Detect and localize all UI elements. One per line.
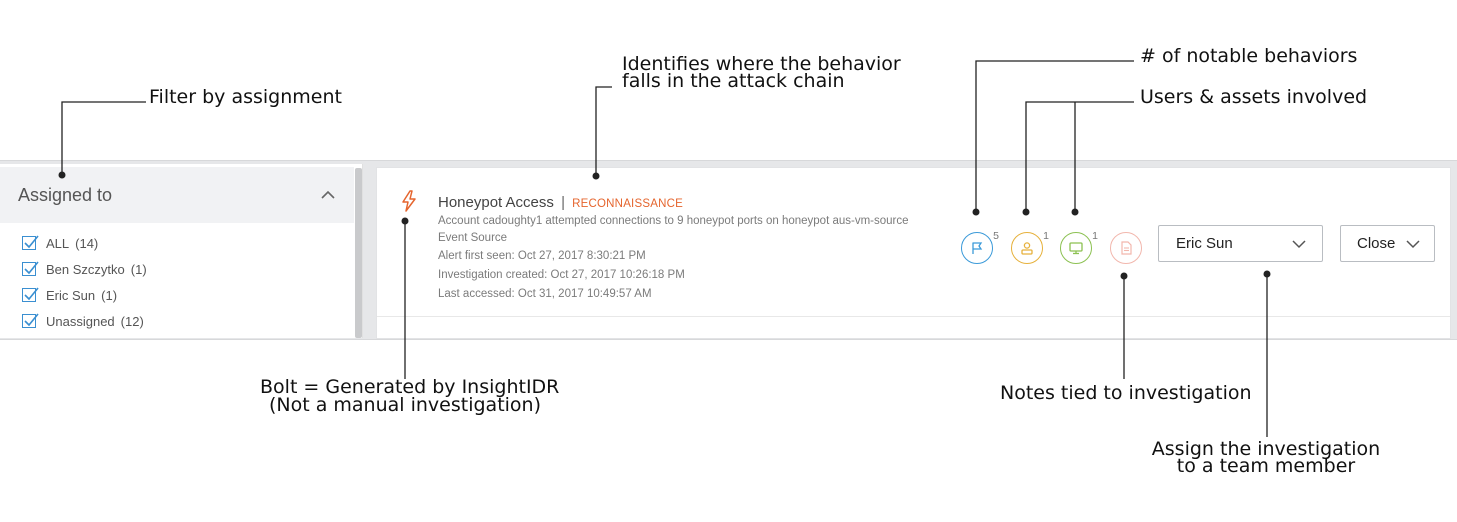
- checkbox-checked-icon[interactable]: [22, 287, 39, 302]
- checkbox-checked-icon[interactable]: [22, 235, 39, 250]
- checkbox-checked-icon[interactable]: [22, 261, 39, 276]
- investigation-created: Investigation created: Oct 27, 2017 10:2…: [438, 269, 685, 281]
- users-indicator[interactable]: 1: [1011, 230, 1049, 264]
- filter-item-eric-sun[interactable]: Eric Sun (1): [22, 286, 117, 304]
- close-status-dropdown[interactable]: Close: [1340, 225, 1435, 262]
- annotation-notes-tied: Notes tied to investigation: [1000, 382, 1252, 404]
- investigation-card[interactable]: Honeypot Access | RECONNAISSANCE Account…: [376, 167, 1451, 339]
- annotation-filter-by-assignment: Filter by assignment: [149, 86, 342, 108]
- filter-title: Assigned to: [18, 184, 113, 205]
- title-separator: |: [561, 194, 565, 211]
- filter-item-label: Unassigned: [46, 313, 115, 329]
- investigation-source: Event Source: [438, 232, 508, 244]
- bolt-icon: [402, 190, 416, 212]
- document-icon: [1121, 241, 1132, 255]
- assignment-filter-panel: Assigned to ALL (14) Ben Szczytko (1) Er…: [0, 164, 363, 338]
- filter-item-label: Ben Szczytko: [46, 261, 125, 277]
- assets-indicator[interactable]: 1: [1060, 230, 1098, 264]
- flag-icon: [972, 242, 983, 254]
- filter-item-count: (14): [75, 235, 99, 251]
- filter-header[interactable]: Assigned to: [0, 167, 354, 223]
- assets-count: 1: [1092, 230, 1098, 242]
- investigations-view: Assigned to ALL (14) Ben Szczytko (1) Er…: [0, 160, 1457, 340]
- filter-item-count: (12): [120, 313, 144, 329]
- annotation-bolt-line2: (Not a manual investigation): [268, 394, 541, 416]
- alert-first-seen: Alert first seen: Oct 27, 2017 8:30:21 P…: [438, 250, 646, 262]
- filter-item-count: (1): [130, 261, 147, 277]
- last-accessed: Last accessed: Oct 31, 2017 10:49:57 AM: [438, 288, 652, 300]
- filter-scrollbar[interactable]: [355, 168, 362, 338]
- checkbox-checked-icon[interactable]: [22, 313, 39, 328]
- annotation-notable-behaviors: # of notable behaviors: [1140, 45, 1358, 67]
- user-icon: [1021, 242, 1033, 255]
- investigation-title[interactable]: Honeypot Access: [438, 194, 554, 211]
- filter-item-unassigned[interactable]: Unassigned (12): [22, 312, 144, 330]
- filter-item-count: (1): [101, 287, 118, 303]
- assignee-value: Eric Sun: [1176, 235, 1233, 252]
- investigation-description: Account cadoughty1 attempted connections…: [438, 215, 909, 227]
- annotation-users-assets: Users & assets involved: [1140, 86, 1368, 108]
- users-count: 1: [1043, 230, 1049, 242]
- chevron-up-icon[interactable]: [320, 187, 336, 203]
- chevron-down-icon: [1292, 240, 1306, 249]
- notes-indicator[interactable]: [1110, 232, 1142, 264]
- attack-phase-label: RECONNAISSANCE: [572, 198, 683, 210]
- filter-item-ben-szczytko[interactable]: Ben Szczytko (1): [22, 260, 147, 278]
- notable-behaviors-indicator[interactable]: 5: [961, 230, 999, 264]
- filter-item-label: Eric Sun: [46, 287, 96, 303]
- monitor-icon: [1069, 242, 1083, 255]
- filter-item-all[interactable]: ALL (14): [22, 234, 98, 252]
- annotation-assign-line2: to a team member: [1176, 455, 1356, 477]
- investigation-title-row: Honeypot Access | RECONNAISSANCE: [438, 194, 683, 211]
- filter-item-label: ALL: [46, 235, 70, 251]
- annotation-attack-chain-line2: falls in the attack chain: [622, 70, 845, 92]
- behaviors-count: 5: [993, 230, 999, 242]
- close-label: Close: [1357, 235, 1396, 252]
- assignee-dropdown[interactable]: Eric Sun: [1158, 225, 1323, 262]
- card-divider: [377, 316, 1450, 317]
- chevron-down-icon: [1406, 240, 1420, 249]
